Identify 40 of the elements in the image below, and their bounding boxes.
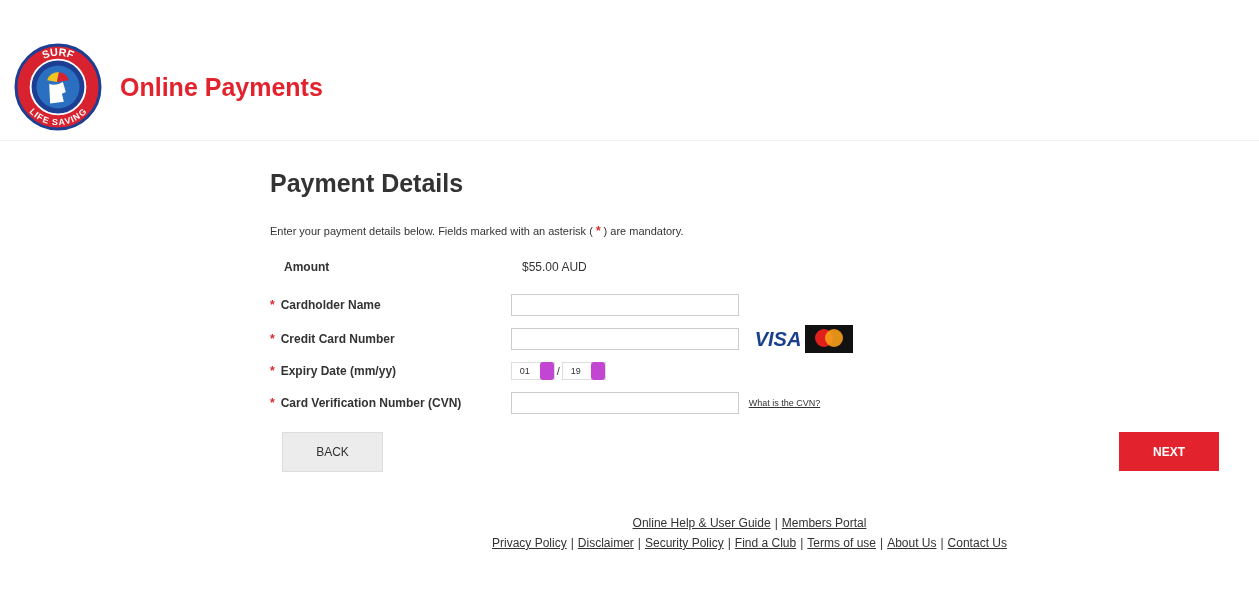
next-button[interactable]: NEXT <box>1119 432 1219 471</box>
footer-link[interactable]: Terms of use <box>807 536 876 550</box>
required-mark: * <box>270 364 275 378</box>
footer-link[interactable]: Online Help & User Guide <box>632 516 771 530</box>
month-select[interactable]: 01 <box>510 362 555 380</box>
link-separator: | <box>727 536 731 550</box>
field-label: Expiry Date (mm/yy) <box>280 364 398 378</box>
site-title: Online Payments <box>120 72 323 102</box>
field-label: Cardholder Name <box>280 298 382 312</box>
input-field[interactable] <box>510 328 739 350</box>
footer-link[interactable]: Privacy Policy <box>492 536 567 550</box>
link-separator: | <box>940 536 944 550</box>
link-separator: | <box>800 536 804 550</box>
required-mark: * <box>270 396 275 410</box>
footer-link[interactable]: Find a Club <box>734 536 797 550</box>
footer-link[interactable]: Members Portal <box>781 516 867 530</box>
back-button[interactable]: BACK <box>282 432 383 472</box>
link-separator: | <box>774 516 778 530</box>
link-separator: | <box>637 536 641 550</box>
required-mark: * <box>270 298 275 312</box>
field-label: Card Verification Number (CVN) <box>280 396 463 410</box>
footer-link[interactable]: Security Policy <box>644 536 724 550</box>
field-label: Credit Card Number <box>280 332 396 346</box>
link-separator: | <box>880 536 884 550</box>
footer-link[interactable]: Contact Us <box>947 536 1007 550</box>
footer-link[interactable]: About Us <box>887 536 937 550</box>
year-select[interactable]: 19 <box>561 362 606 380</box>
input-field[interactable] <box>510 294 739 316</box>
page-heading: Payment Details <box>270 169 465 198</box>
visa-logo: VISA <box>754 327 802 351</box>
link-separator: | <box>570 536 574 550</box>
overlapping-circles-icon <box>805 325 854 353</box>
intro-text: Enter your payment details below. Fields marked with an asterisk ( * ) are mandatory. <box>270 224 685 238</box>
footer-link[interactable]: Disclaimer <box>577 536 634 550</box>
cvn-help-link[interactable]: What is the CVN? <box>748 398 821 408</box>
amount-label: Amount <box>284 260 331 274</box>
required-mark: * <box>270 332 275 346</box>
date-separator: / <box>556 365 560 377</box>
amount-value: $55.00 AUD <box>522 260 587 274</box>
input-field[interactable] <box>510 392 739 414</box>
